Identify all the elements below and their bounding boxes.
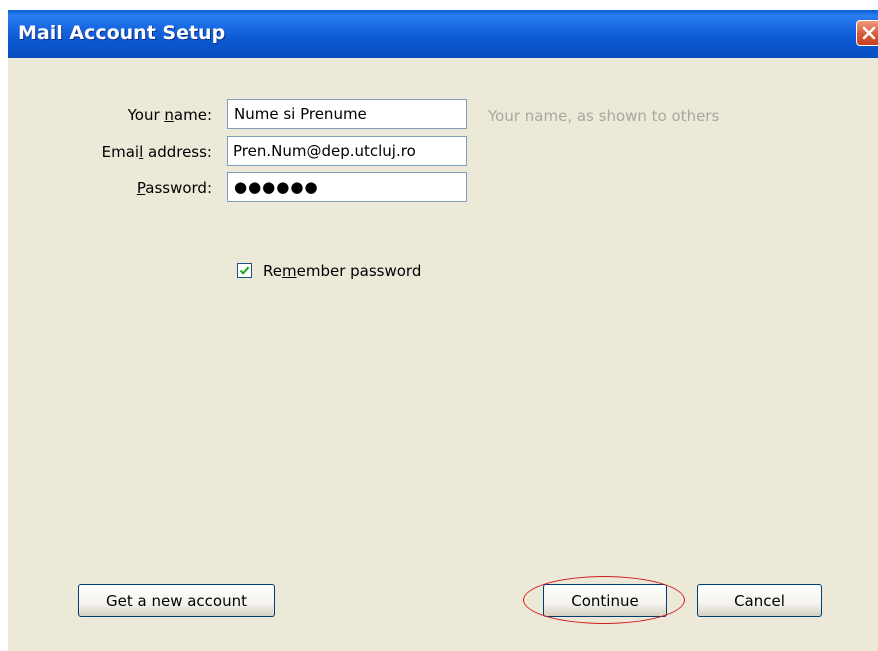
title-bar[interactable]: Mail Account Setup [8,10,878,58]
remember-password-checkbox[interactable] [237,263,252,278]
get-new-account-button[interactable]: Get a new account [78,584,275,617]
email-input-value: Pren.Num@dep.utcluj.ro [233,142,416,160]
cancel-label: Cancel [734,591,785,610]
continue-button[interactable]: Continue [543,584,667,617]
mail-account-setup-window: Mail Account Setup Your name: Nume si Pr… [8,10,878,651]
email-input[interactable]: Pren.Num@dep.utcluj.ro [227,136,467,166]
checkmark-icon [239,266,250,275]
window-title: Mail Account Setup [18,22,226,44]
dialog-body: Your name: Nume si Prenume Your name, as… [12,58,878,651]
close-button[interactable] [856,20,878,46]
password-input-value: ●●●●●● [234,178,319,196]
name-input[interactable]: Nume si Prenume [227,99,467,129]
get-new-account-label: Get a new account [106,591,247,610]
name-hint: Your name, as shown to others [488,107,720,125]
close-icon [862,26,876,40]
continue-label: Continue [571,591,639,610]
email-label: Email address: [101,143,212,161]
password-input[interactable]: ●●●●●● [227,172,467,202]
password-label: Password: [136,179,212,197]
name-input-value: Nume si Prenume [234,105,367,123]
cancel-button[interactable]: Cancel [697,584,822,617]
name-label: Your name: [127,106,212,124]
remember-password-label[interactable]: Remember password [263,262,421,280]
